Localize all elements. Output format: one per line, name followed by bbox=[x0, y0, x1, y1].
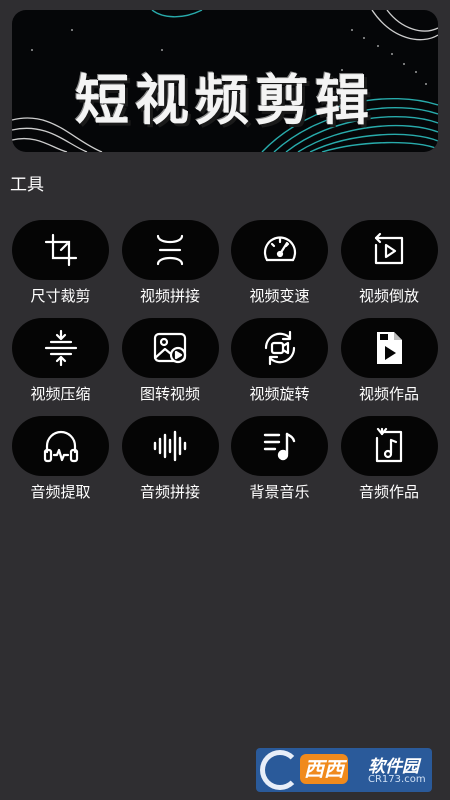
tool-label: 视频倒放 bbox=[358, 287, 419, 305]
tool-label: 图转视频 bbox=[139, 385, 200, 403]
logo-c-icon bbox=[260, 750, 300, 790]
tool-label: 视频变速 bbox=[249, 287, 310, 305]
tool-label: 视频作品 bbox=[358, 385, 419, 403]
tool-label: 视频拼接 bbox=[139, 287, 200, 305]
reverse-play-icon bbox=[374, 232, 404, 265]
tool-button[interactable] bbox=[231, 416, 328, 476]
tool-audio-extract[interactable]: 音频提取 bbox=[12, 416, 109, 514]
tool-audio-merge[interactable]: 音频拼接 bbox=[121, 416, 219, 514]
tool-image-to-video[interactable]: 图转视频 bbox=[121, 318, 219, 416]
video-file-icon bbox=[377, 332, 402, 364]
music-file-icon bbox=[375, 427, 403, 463]
tool-label: 音频拼接 bbox=[139, 483, 200, 501]
speedometer-icon bbox=[263, 236, 296, 262]
tool-label: 音频提取 bbox=[30, 483, 91, 501]
tool-video-merge[interactable]: 视频拼接 bbox=[121, 220, 219, 318]
music-list-icon bbox=[263, 432, 295, 461]
watermark-url: CR173.com bbox=[368, 774, 426, 785]
tool-crop[interactable]: 尺寸裁剪 bbox=[12, 220, 109, 318]
tool-button[interactable] bbox=[121, 318, 219, 378]
tool-button[interactable] bbox=[231, 318, 328, 378]
image-to-video-icon bbox=[153, 332, 187, 364]
tool-label: 背景音乐 bbox=[249, 483, 310, 501]
tool-label: 视频旋转 bbox=[249, 385, 310, 403]
tool-compress[interactable]: 视频压缩 bbox=[12, 318, 109, 416]
merge-icon bbox=[156, 234, 184, 266]
crop-icon bbox=[44, 233, 77, 267]
rotate-video-icon bbox=[264, 330, 295, 366]
tool-button[interactable] bbox=[340, 318, 438, 378]
tool-button[interactable] bbox=[340, 416, 438, 476]
tool-label: 视频压缩 bbox=[30, 385, 91, 403]
tool-video-works[interactable]: 视频作品 bbox=[340, 318, 438, 416]
tools-grid: 尺寸裁剪 视频拼接 视频变速 视频倒放 视频压缩 图转视频 视频旋转 视频作品 … bbox=[12, 220, 440, 514]
tool-speed[interactable]: 视频变速 bbox=[231, 220, 328, 318]
banner[interactable]: 短视频剪辑 bbox=[12, 10, 438, 152]
banner-title: 短视频剪辑 bbox=[75, 69, 375, 132]
section-title: 工具 bbox=[10, 175, 44, 195]
tool-button[interactable] bbox=[121, 416, 219, 476]
tool-button[interactable] bbox=[12, 416, 109, 476]
watermark-badge: 西西 bbox=[300, 754, 348, 784]
tool-rotate[interactable]: 视频旋转 bbox=[231, 318, 328, 416]
tool-audio-works[interactable]: 音频作品 bbox=[340, 416, 438, 514]
tool-background-music[interactable]: 背景音乐 bbox=[231, 416, 328, 514]
headphones-icon bbox=[43, 430, 78, 463]
tool-reverse[interactable]: 视频倒放 bbox=[340, 220, 438, 318]
audio-wave-icon bbox=[153, 430, 187, 462]
tool-button[interactable] bbox=[231, 220, 328, 280]
tool-label: 音频作品 bbox=[358, 483, 419, 501]
tool-label: 尺寸裁剪 bbox=[30, 287, 91, 305]
tool-button[interactable] bbox=[340, 220, 438, 280]
tool-button[interactable] bbox=[12, 318, 109, 378]
compress-icon bbox=[44, 329, 77, 367]
watermark-logo: 西西 软件园 CR173.com bbox=[256, 748, 432, 792]
tool-button[interactable] bbox=[121, 220, 219, 280]
tool-button[interactable] bbox=[12, 220, 109, 280]
